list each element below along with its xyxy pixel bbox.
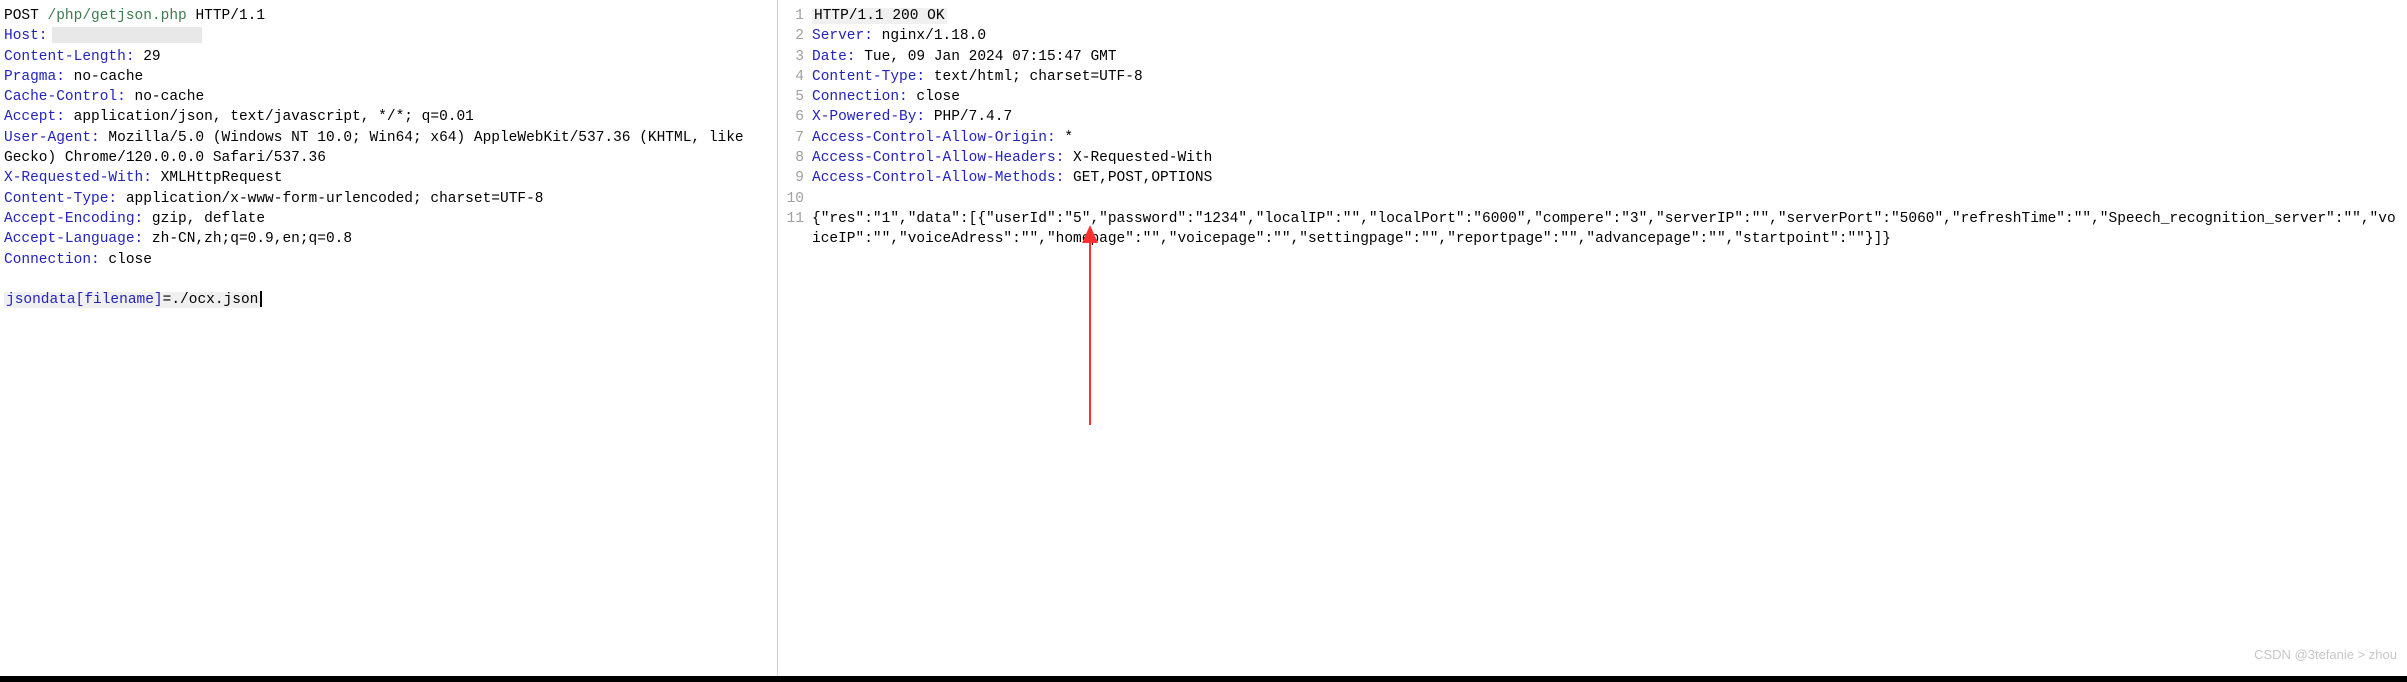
line-number: 8 — [782, 148, 804, 168]
request-header: X-Requested-With: XMLHttpRequest — [4, 168, 773, 188]
line-number: 10 — [782, 189, 804, 209]
status-line: HTTP/1.1 200 OK — [812, 8, 947, 24]
watermark: CSDN @3tefanie > zhou — [2254, 646, 2397, 664]
request-body: jsondata[filename]=./ocx.json — [4, 290, 773, 310]
annotation-arrow-icon — [1070, 225, 1110, 425]
response-line: 8 Access-Control-Allow-Headers: X-Request… — [782, 148, 2403, 168]
response-line: 6 X-Powered-By: PHP/7.4.7 — [782, 107, 2403, 127]
request-header: Accept: application/json, text/javascrip… — [4, 107, 773, 127]
header-name: Server: — [812, 28, 873, 44]
http-viewer: POST /php/getjson.php HTTP/1.1 Host: Cont… — [0, 0, 2407, 682]
header-value: close — [908, 89, 960, 105]
header-value: GET,POST,OPTIONS — [1064, 170, 1212, 186]
header-name: X-Requested-With: — [4, 170, 152, 186]
request-protocol: HTTP/1.1 — [195, 8, 265, 24]
header-name: Content-Type: — [812, 69, 925, 85]
header-name: Access-Control-Allow-Origin: — [812, 130, 1056, 146]
redacted-value — [52, 27, 202, 43]
header-name: Access-Control-Allow-Headers: — [812, 150, 1064, 166]
header-value: close — [100, 252, 152, 268]
header-value: PHP/7.4.7 — [925, 109, 1012, 125]
header-value: 29 — [135, 49, 161, 65]
request-line: POST /php/getjson.php HTTP/1.1 — [4, 6, 773, 26]
request-header: Pragma: no-cache — [4, 67, 773, 87]
request-header: User-Agent: Mozilla/5.0 (Windows NT 10.0… — [4, 128, 773, 169]
body-param: jsondata[filename] — [6, 292, 163, 308]
response-line: 3 Date: Tue, 09 Jan 2024 07:15:47 GMT — [782, 47, 2403, 67]
header-value: application/x-www-form-urlencoded; chars… — [117, 191, 543, 207]
request-header: Connection: close — [4, 250, 773, 270]
line-number: 2 — [782, 26, 804, 46]
response-line: 9 Access-Control-Allow-Methods: GET,POST,… — [782, 168, 2403, 188]
header-value: * — [1056, 130, 1073, 146]
request-header: Cache-Control: no-cache — [4, 87, 773, 107]
header-value: gzip, deflate — [143, 211, 265, 227]
body-value: =./ocx.json — [163, 292, 259, 308]
response-line: 2 Server: nginx/1.18.0 — [782, 26, 2403, 46]
response-line: 1 HTTP/1.1 200 OK — [782, 6, 2403, 26]
text-cursor — [260, 291, 262, 307]
header-name: Accept: — [4, 109, 65, 125]
request-header: Content-Length: 29 — [4, 47, 773, 67]
header-name: X-Powered-By: — [812, 109, 925, 125]
header-value: X-Requested-With — [1064, 150, 1212, 166]
header-value: application/json, text/javascript, */*; … — [65, 109, 474, 125]
request-header: Accept-Language: zh-CN,zh;q=0.9,en;q=0.8 — [4, 229, 773, 249]
response-body: {"res":"1","data":[{"userId":"5","passwo… — [812, 209, 2403, 250]
header-name: User-Agent: — [4, 130, 100, 146]
request-header: Accept-Encoding: gzip, deflate — [4, 209, 773, 229]
response-pane[interactable]: 1 HTTP/1.1 200 OK 2 Server: nginx/1.18.0 3 Da… — [778, 0, 2407, 676]
line-number: 3 — [782, 47, 804, 67]
line-number: 6 — [782, 107, 804, 127]
header-name: Content-Length: — [4, 49, 135, 65]
response-line: 4 Content-Type: text/html; charset=UTF-8 — [782, 67, 2403, 87]
response-line: 5 Connection: close — [782, 87, 2403, 107]
header-name: Host: — [4, 28, 48, 44]
header-value: Tue, 09 Jan 2024 07:15:47 GMT — [856, 49, 1117, 65]
header-name: Cache-Control: — [4, 89, 126, 105]
header-value: XMLHttpRequest — [152, 170, 283, 186]
header-name: Access-Control-Allow-Methods: — [812, 170, 1064, 186]
header-name: Content-Type: — [4, 191, 117, 207]
header-name: Accept-Language: — [4, 231, 143, 247]
header-value: text/html; charset=UTF-8 — [925, 69, 1143, 85]
blank-line — [4, 270, 773, 290]
request-pane[interactable]: POST /php/getjson.php HTTP/1.1 Host: Cont… — [0, 0, 778, 676]
header-value: zh-CN,zh;q=0.9,en;q=0.8 — [143, 231, 352, 247]
header-name: Connection: — [812, 89, 908, 105]
line-number: 4 — [782, 67, 804, 87]
response-line: 11{"res":"1","data":[{"userId":"5","pass… — [782, 209, 2403, 250]
line-number: 11 — [782, 209, 804, 250]
line-number: 1 — [782, 6, 804, 26]
response-line: 7 Access-Control-Allow-Origin: * — [782, 128, 2403, 148]
request-header: Content-Type: application/x-www-form-url… — [4, 189, 773, 209]
header-value: no-cache — [126, 89, 204, 105]
header-name: Pragma: — [4, 69, 65, 85]
line-number: 7 — [782, 128, 804, 148]
http-method: POST — [4, 8, 39, 24]
response-line: 10 — [782, 189, 2403, 209]
header-value: nginx/1.18.0 — [873, 28, 986, 44]
line-number: 5 — [782, 87, 804, 107]
line-number: 9 — [782, 168, 804, 188]
request-header: Host: — [4, 26, 773, 46]
header-name: Connection: — [4, 252, 100, 268]
header-name: Date: — [812, 49, 856, 65]
request-url: /php/getjson.php — [48, 8, 187, 24]
header-name: Accept-Encoding: — [4, 211, 143, 227]
header-value: no-cache — [65, 69, 143, 85]
header-value: Mozilla/5.0 (Windows NT 10.0; Win64; x64… — [4, 130, 752, 166]
